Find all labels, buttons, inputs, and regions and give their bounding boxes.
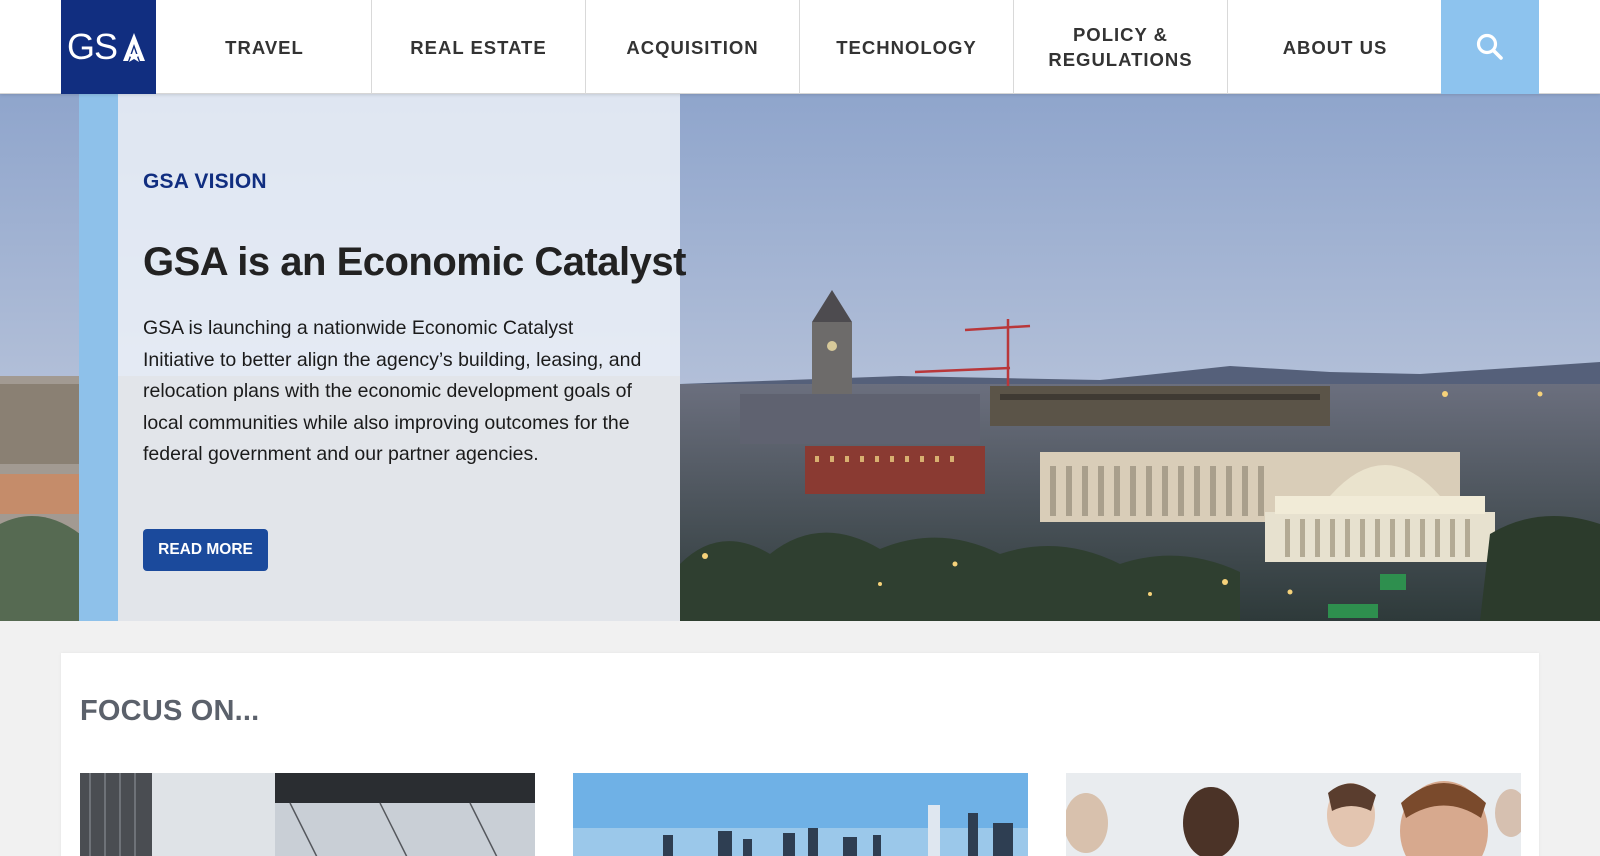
nav-item-technology[interactable]: TECHNOLOGY	[800, 0, 1014, 94]
hero-description: GSA is launching a nationwide Economic C…	[143, 317, 642, 466]
focus-card-skyline-image[interactable]	[573, 773, 1028, 856]
nav-item-real-estate[interactable]: REAL ESTATE	[372, 0, 586, 94]
hero-eyebrow: GSA VISION	[143, 170, 267, 193]
hero-title: GSA is an Economic Catalyst	[143, 240, 686, 284]
gsa-logo[interactable]: GS	[61, 0, 156, 94]
main-nav: TRAVEL REAL ESTATE ACQUISITION TECHNOLOG…	[158, 0, 1442, 94]
nav-item-about-us[interactable]: ABOUT US	[1228, 0, 1442, 94]
search-button[interactable]	[1441, 0, 1539, 94]
read-more-button[interactable]: READ MORE	[143, 529, 268, 571]
nav-item-travel[interactable]: TRAVEL	[158, 0, 372, 94]
focus-section-title: FOCUS ON...	[80, 695, 260, 727]
svg-text:GS: GS	[67, 27, 117, 67]
search-icon	[1476, 33, 1503, 60]
focus-card-building-image[interactable]	[80, 773, 535, 856]
nav-item-acquisition[interactable]: ACQUISITION	[586, 0, 800, 94]
hero-accent-bar	[79, 94, 118, 621]
nav-item-policy-regulations[interactable]: POLICY & REGULATIONS	[1014, 0, 1228, 94]
focus-card-people-image[interactable]	[1066, 773, 1521, 856]
site-header: GS TRAVEL REAL ESTATE ACQUISITION TECHNO…	[0, 0, 1600, 94]
